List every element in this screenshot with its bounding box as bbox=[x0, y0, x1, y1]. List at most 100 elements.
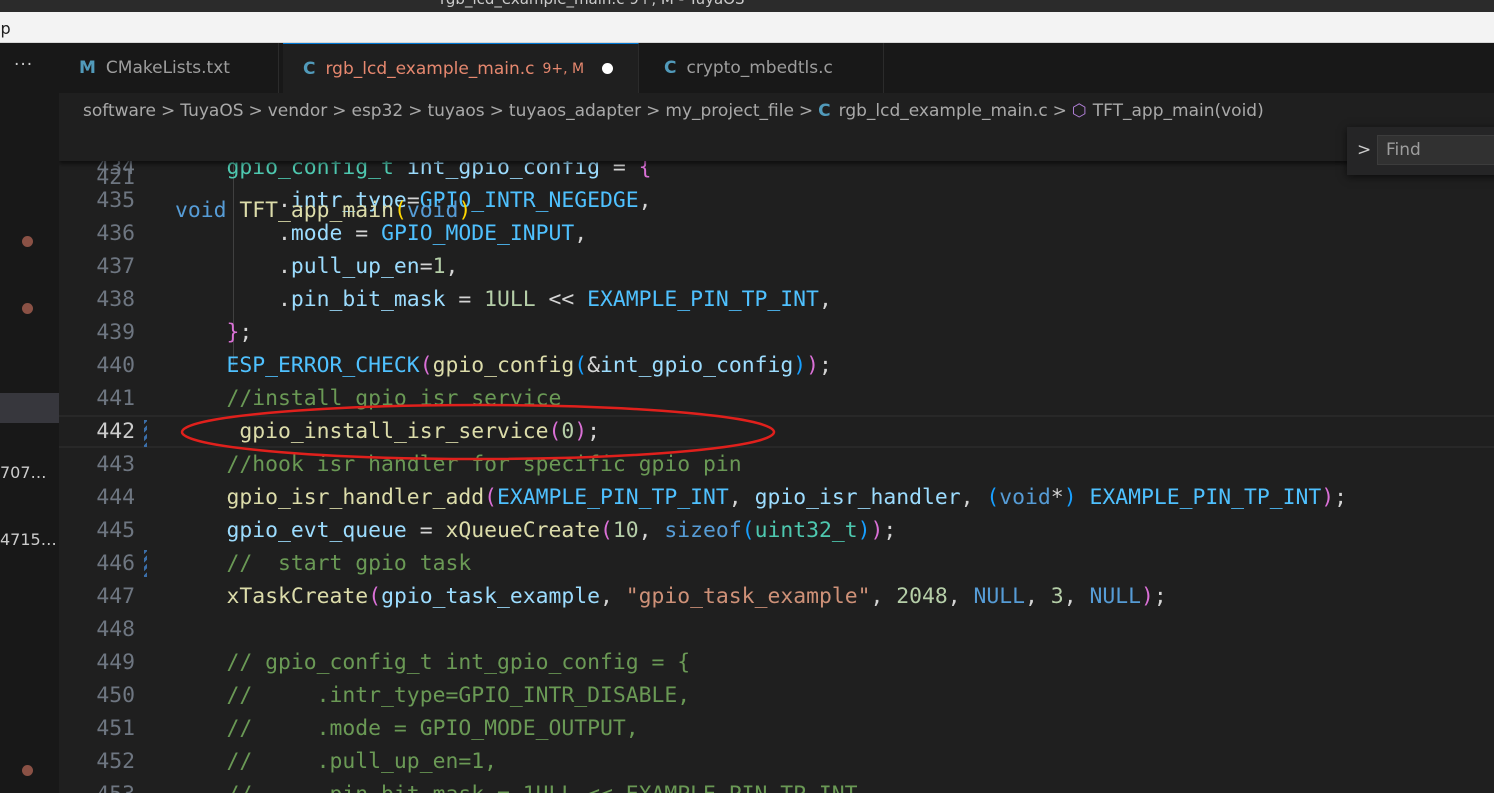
code-token: 1 bbox=[432, 254, 446, 279]
code-token: , bbox=[638, 188, 652, 213]
tab-cmakelists[interactable]: M CMakeLists.txt bbox=[59, 43, 279, 93]
breadcrumb-item-my-project-file[interactable]: my_project_file bbox=[665, 101, 794, 121]
code-line[interactable]: 441 //install gpio isr service bbox=[59, 382, 1494, 415]
code-editor[interactable]: 421 void TFT_app_main(void) 434 gpio_con… bbox=[59, 128, 1494, 793]
code-token: EXAMPLE_PIN_TP_INT bbox=[1089, 485, 1322, 510]
line-number: 453 bbox=[59, 778, 135, 793]
toggle-replace-icon[interactable]: > bbox=[1357, 140, 1371, 160]
tab-rgb-lcd-example-main[interactable]: C rgb_lcd_example_main.c 9+, M bbox=[283, 43, 639, 93]
line-number: 446 bbox=[96, 551, 135, 576]
code-line[interactable]: 446 // start gpio task bbox=[59, 547, 1494, 580]
code-text: void TFT_app_main(void) bbox=[175, 194, 471, 227]
code-token: , bbox=[638, 518, 665, 543]
truncated-item[interactable]: 707… bbox=[0, 463, 47, 482]
find-widget: > bbox=[1347, 127, 1494, 175]
tab-bar: M CMakeLists.txt C rgb_lcd_example_main.… bbox=[59, 43, 1494, 93]
breadcrumb-file[interactable]: rgb_lcd_example_main.c bbox=[839, 101, 1048, 121]
breadcrumb-item-tuyaos[interactable]: tuyaos bbox=[427, 101, 484, 121]
sticky-scroll-header[interactable]: 421 void TFT_app_main(void) bbox=[59, 128, 1494, 223]
breadcrumb-item-tuyaos-adapter[interactable]: tuyaos_adapter bbox=[509, 101, 641, 121]
code-token: int_gpio_config bbox=[600, 353, 794, 378]
code-line[interactable]: 451 // .mode = GPIO_MODE_OUTPUT, bbox=[59, 712, 1494, 745]
code-text: }; bbox=[175, 316, 253, 349]
code-token: , bbox=[728, 485, 755, 510]
code-text: .pull_up_en=1, bbox=[175, 250, 458, 283]
code-token: ) bbox=[806, 353, 820, 378]
code-line[interactable]: 452 // .pull_up_en=1, bbox=[59, 745, 1494, 778]
markdown-file-icon: M bbox=[79, 58, 96, 78]
line-number: 421 bbox=[96, 165, 135, 190]
breadcrumb-item-tuyaos[interactable]: TuyaOS bbox=[180, 101, 243, 121]
breadcrumb-item-vendor[interactable]: vendor bbox=[268, 101, 327, 121]
code-text: // .intr_type=GPIO_INTR_DISABLE, bbox=[175, 679, 691, 712]
code-token: ( bbox=[986, 485, 1000, 510]
code-token: gpio_task_example bbox=[381, 584, 601, 609]
modified-line-marker[interactable] bbox=[144, 550, 147, 577]
c-file-icon: C bbox=[303, 58, 316, 79]
current-code-line[interactable]: 442 gpio_install_isr_service(0); bbox=[59, 415, 1494, 448]
truncated-item[interactable]: 4715… bbox=[0, 530, 57, 549]
line-number: 451 bbox=[96, 716, 135, 741]
code-line[interactable]: 449 // gpio_config_t int_gpio_config = { bbox=[59, 646, 1494, 679]
code-token: void bbox=[406, 198, 459, 223]
tab-label: crypto_mbedtls.c bbox=[686, 58, 833, 78]
code-line[interactable]: 450 // .intr_type=GPIO_INTR_DISABLE, bbox=[59, 679, 1494, 712]
code-line[interactable]: 437 .pull_up_en=1, bbox=[59, 250, 1494, 283]
breadcrumb-symbol[interactable]: TFT_app_main(void) bbox=[1093, 101, 1264, 121]
code-line[interactable]: 440 ESP_ERROR_CHECK(gpio_config(&int_gpi… bbox=[59, 349, 1494, 382]
menu-help[interactable]: lp bbox=[0, 19, 11, 38]
code-line[interactable]: 444 gpio_isr_handler_add(EXAMPLE_PIN_TP_… bbox=[59, 481, 1494, 514]
code-line[interactable]: 438 .pin_bit_mask = 1ULL << EXAMPLE_PIN_… bbox=[59, 283, 1494, 316]
code-token: "gpio_task_example" bbox=[625, 584, 871, 609]
code-token: * bbox=[1050, 485, 1064, 510]
chevron-right-icon: > bbox=[798, 101, 814, 121]
modified-line-marker[interactable] bbox=[144, 420, 147, 447]
code-token: , bbox=[1063, 584, 1090, 609]
breadcrumb-item-software[interactable]: software bbox=[83, 101, 156, 121]
code-line[interactable]: 448 bbox=[59, 613, 1494, 646]
code-token: , bbox=[1025, 584, 1051, 609]
code-token: ) bbox=[574, 419, 588, 444]
chevron-right-icon: > bbox=[161, 101, 176, 121]
code-text: // .pin_bit_mask = 1ULL << EXAMPLE_PIN_T… bbox=[175, 778, 871, 793]
code-token: = bbox=[419, 254, 433, 279]
code-token: NULL bbox=[1089, 584, 1141, 609]
code-token: ( bbox=[574, 353, 588, 378]
code-line[interactable]: 453 // .pin_bit_mask = 1ULL << EXAMPLE_P… bbox=[59, 778, 1494, 793]
tab-crypto-mbedtls[interactable]: C crypto_mbedtls.c bbox=[644, 43, 884, 93]
activity-selected-item[interactable] bbox=[0, 393, 59, 423]
code-token: // .intr_type=GPIO_INTR_DISABLE, bbox=[226, 683, 691, 708]
code-token: uint32_t bbox=[754, 518, 858, 543]
code-token: ; bbox=[819, 353, 832, 378]
code-token: void bbox=[999, 485, 1051, 510]
code-token: xQueueCreate bbox=[445, 518, 600, 543]
line-number: 440 bbox=[96, 353, 135, 378]
code-line[interactable]: 439 }; bbox=[59, 316, 1494, 349]
code-token: , bbox=[574, 221, 588, 246]
more-actions-icon[interactable]: ··· bbox=[14, 55, 33, 75]
code-token: pull_up_en bbox=[290, 254, 420, 279]
code-token: , bbox=[445, 254, 459, 279]
window-title: rgb_lcd_example_main.c 9+, M - TuyaOS bbox=[440, 0, 745, 8]
code-line[interactable]: 443 //hook isr handler for specific gpio… bbox=[59, 448, 1494, 481]
code-token: } bbox=[226, 320, 240, 345]
breadcrumb-item-esp32[interactable]: esp32 bbox=[351, 101, 403, 121]
line-number: 444 bbox=[96, 485, 135, 510]
code-token: // gpio_config_t int_gpio_config = { bbox=[226, 650, 691, 675]
chevron-right-icon: > bbox=[646, 101, 661, 121]
code-line[interactable]: 447 xTaskCreate(gpio_task_example, "gpio… bbox=[59, 580, 1494, 613]
code-token: gpio_isr_handler bbox=[754, 485, 961, 510]
find-input[interactable] bbox=[1377, 135, 1494, 165]
code-token: EXAMPLE_PIN_TP_INT bbox=[587, 287, 819, 312]
code-token: // .pin_bit_mask = 1ULL << EXAMPLE_PIN_T… bbox=[227, 782, 871, 793]
code-line[interactable]: 445 gpio_evt_queue = xQueueCreate(10, si… bbox=[59, 514, 1494, 547]
code-token: ) bbox=[1140, 584, 1154, 609]
unsaved-dot-icon[interactable] bbox=[602, 63, 614, 74]
